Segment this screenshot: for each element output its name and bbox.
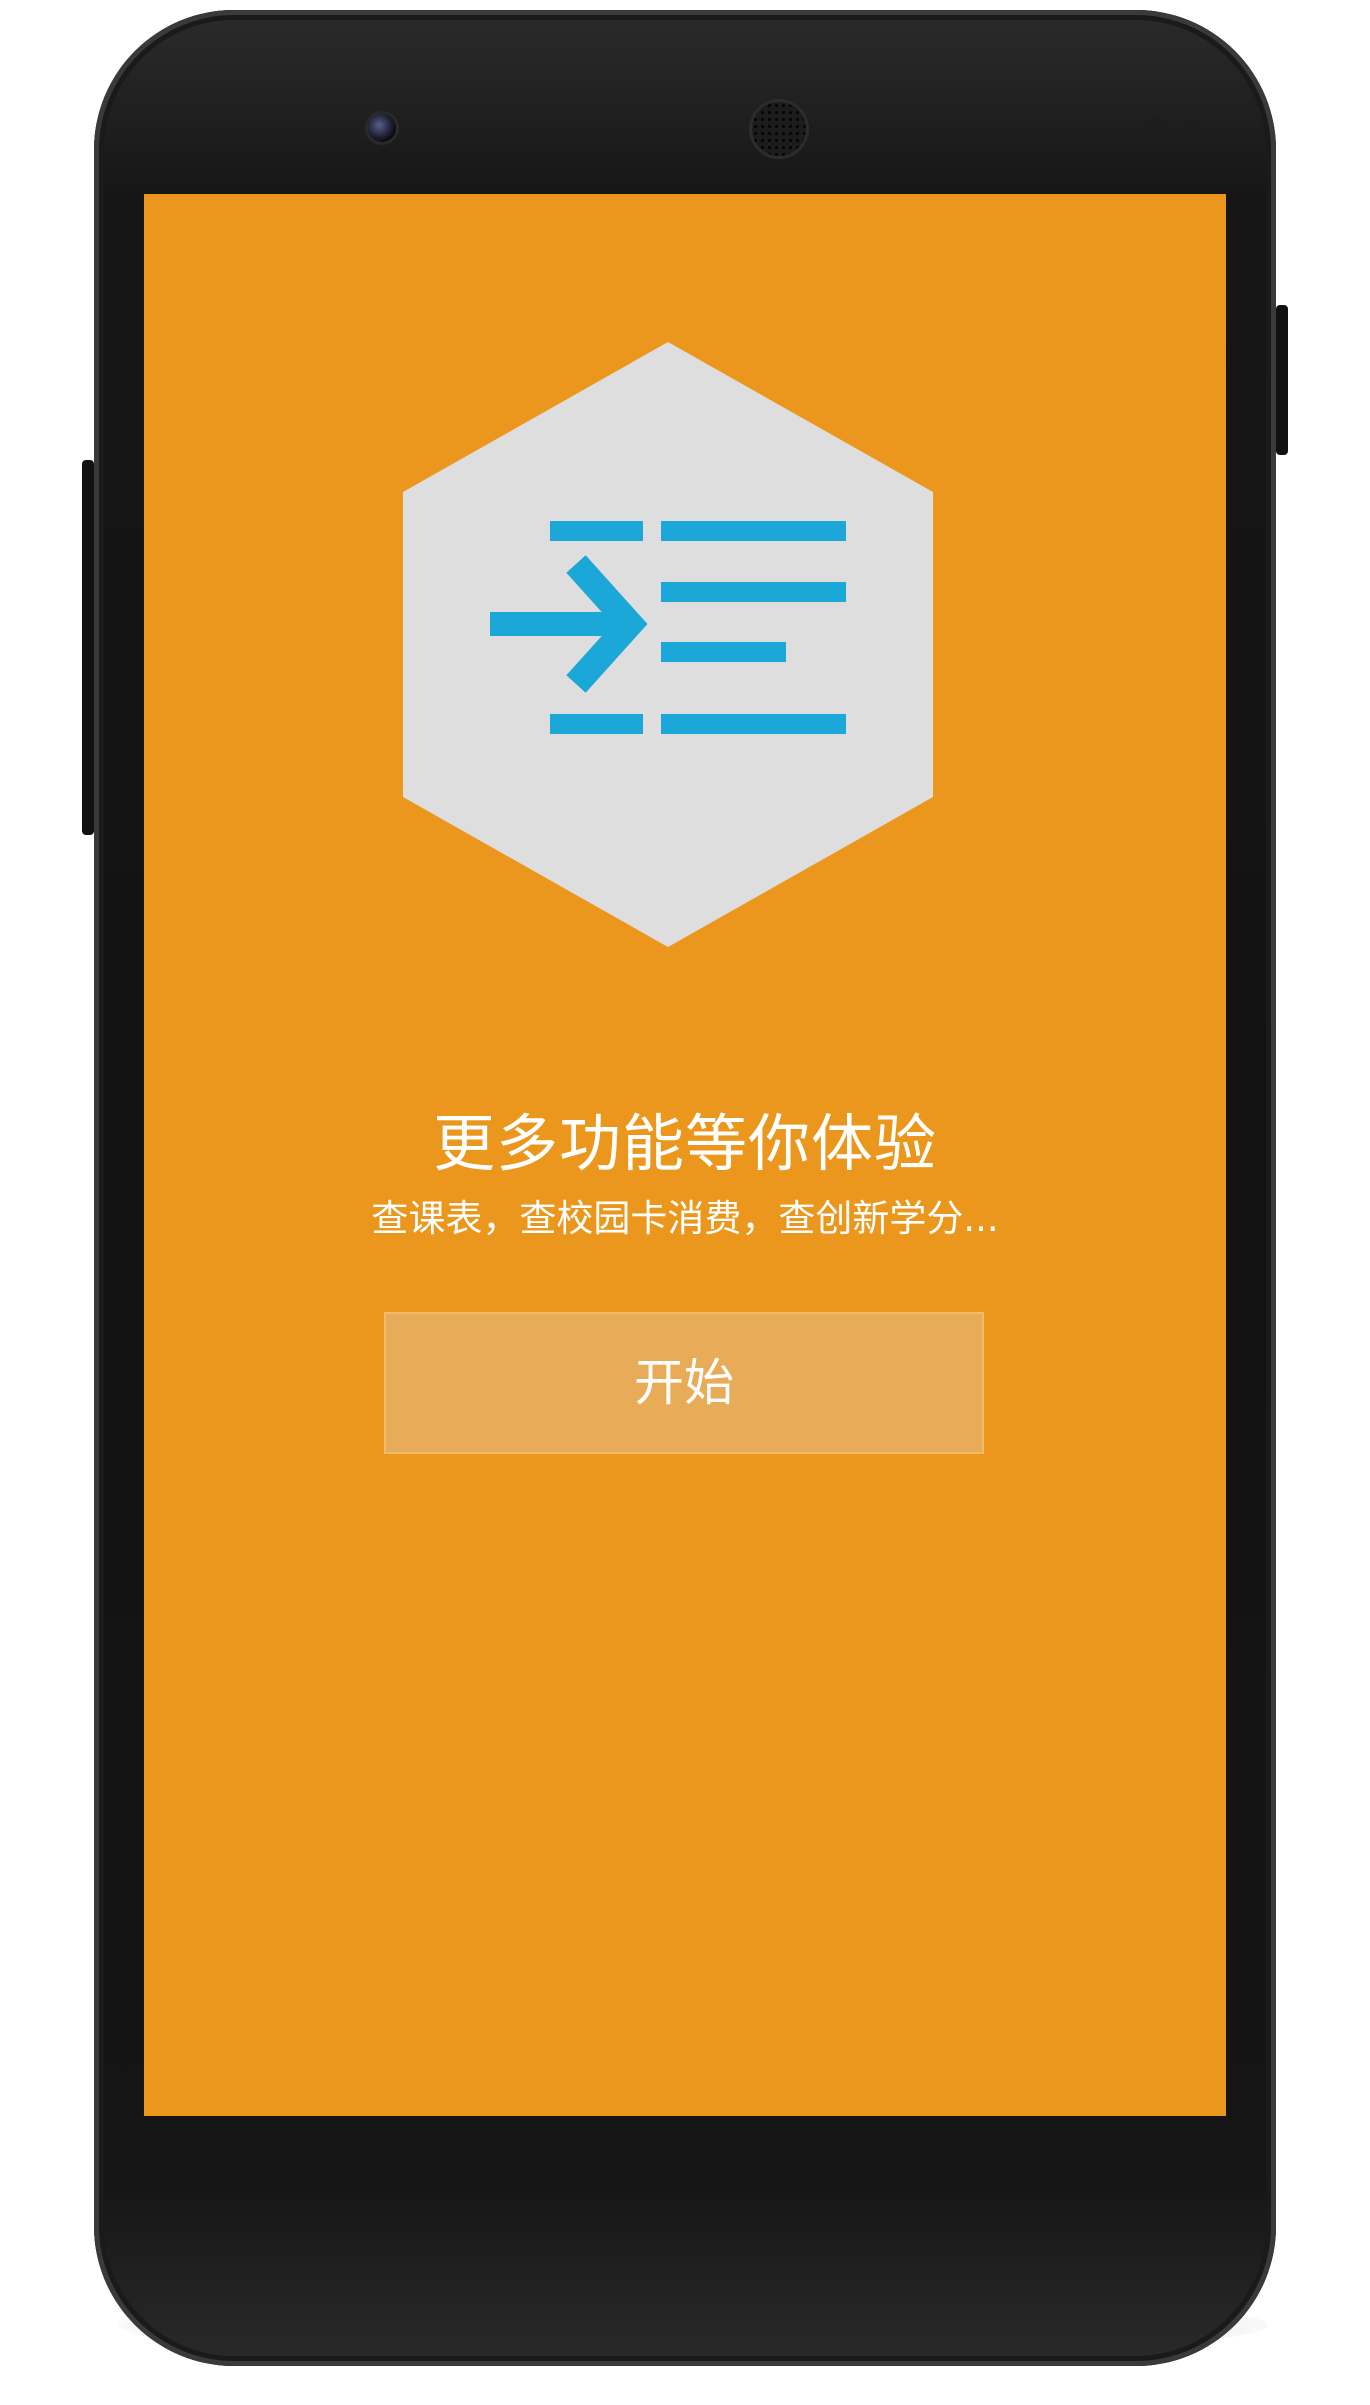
feature-title: 更多功能等你体验: [432, 1107, 937, 1180]
feature-subtitle: 查课表，查校园卡消费，查创新学分...: [371, 1197, 999, 1240]
volume-button: [82, 460, 94, 835]
feature-illustration: [403, 342, 933, 947]
light-sensor-icon: [1184, 120, 1198, 134]
proximity-sensor-icon: [1146, 118, 1164, 136]
onboarding-screen: 更多功能等你体验 查课表，查校园卡消费，查创新学分... 开始: [144, 194, 1226, 2116]
device-stage: 更多功能等你体验 查课表，查校园卡消费，查创新学分... 开始: [0, 0, 1370, 2405]
power-button: [1276, 305, 1288, 455]
front-camera-icon: [368, 114, 396, 142]
start-button[interactable]: 开始: [384, 1312, 984, 1454]
indent-list-icon: [403, 342, 933, 947]
earpiece-speaker-icon: [752, 102, 806, 156]
